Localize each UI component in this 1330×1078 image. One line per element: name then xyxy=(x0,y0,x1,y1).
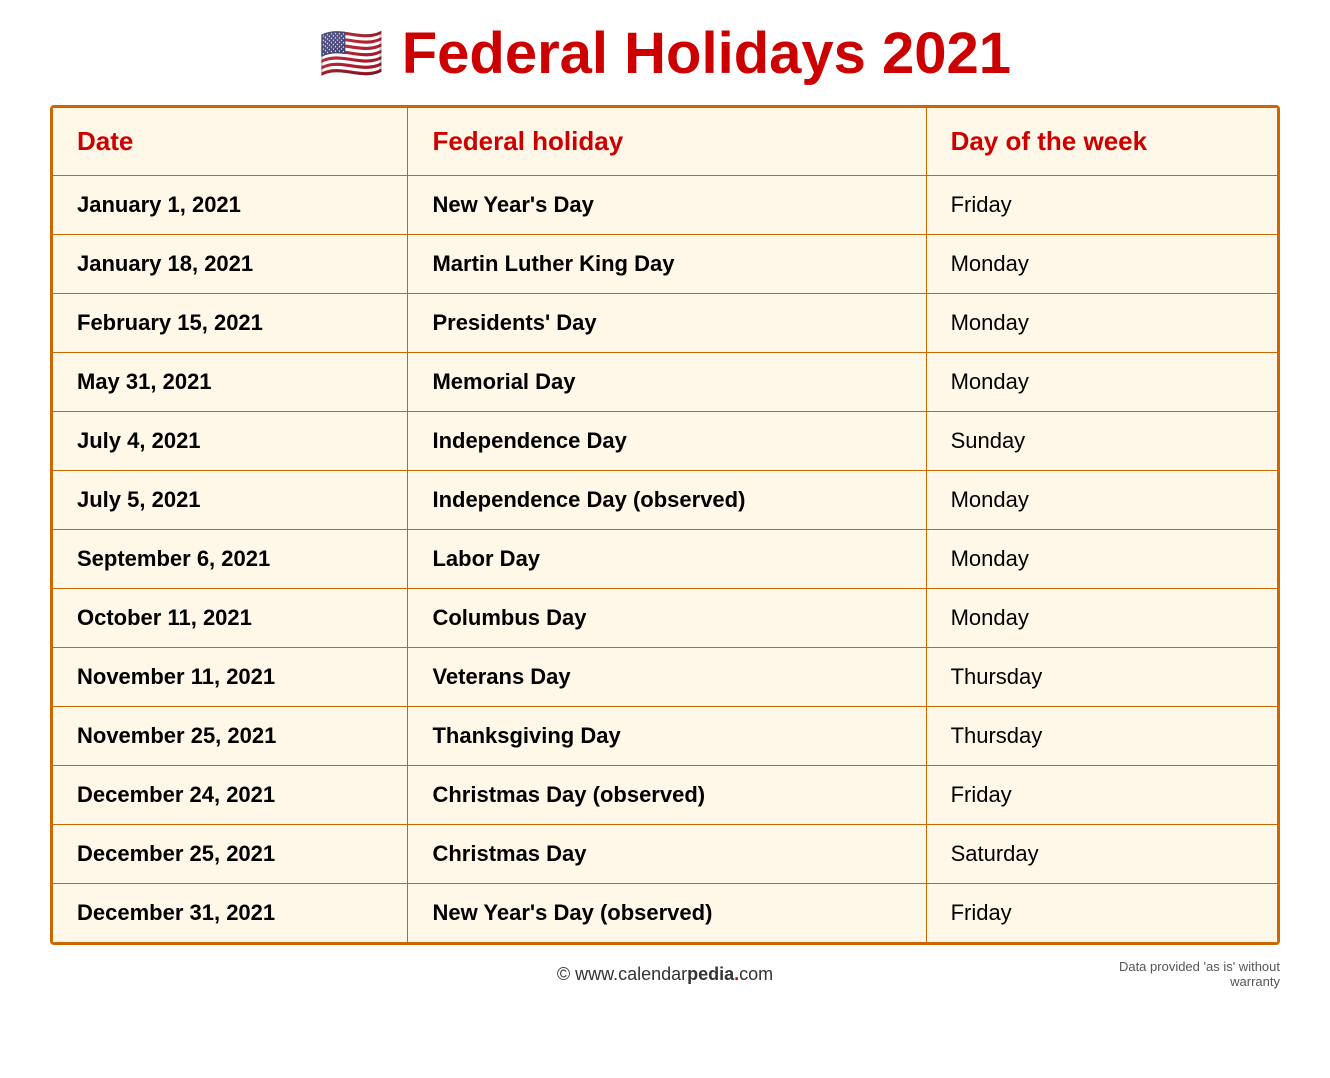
cell-holiday: Christmas Day (observed) xyxy=(408,766,926,825)
cell-holiday: Columbus Day xyxy=(408,589,926,648)
cell-day: Friday xyxy=(926,766,1277,825)
cell-holiday: Labor Day xyxy=(408,530,926,589)
col-day: Day of the week xyxy=(926,108,1277,176)
table-row: February 15, 2021Presidents' DayMonday xyxy=(53,294,1278,353)
table-row: July 5, 2021Independence Day (observed)M… xyxy=(53,471,1278,530)
cell-date: September 6, 2021 xyxy=(53,530,408,589)
footer-warranty: Data provided 'as is' without warranty xyxy=(1080,959,1280,989)
cell-day: Friday xyxy=(926,884,1277,943)
page-header: 🇺🇸 Federal Holidays 2021 xyxy=(319,20,1011,87)
cell-day: Monday xyxy=(926,471,1277,530)
cell-holiday: Independence Day xyxy=(408,412,926,471)
cell-day: Monday xyxy=(926,353,1277,412)
table-row: November 11, 2021Veterans DayThursday xyxy=(53,648,1278,707)
page-footer: © www.calendarpedia.com Data provided 'a… xyxy=(50,959,1280,989)
table-row: December 31, 2021New Year's Day (observe… xyxy=(53,884,1278,943)
cell-holiday: Presidents' Day xyxy=(408,294,926,353)
cell-date: December 25, 2021 xyxy=(53,825,408,884)
cell-holiday: Christmas Day xyxy=(408,825,926,884)
cell-date: January 1, 2021 xyxy=(53,176,408,235)
cell-holiday: Martin Luther King Day xyxy=(408,235,926,294)
cell-holiday: Veterans Day xyxy=(408,648,926,707)
table-row: July 4, 2021Independence DaySunday xyxy=(53,412,1278,471)
cell-holiday: Thanksgiving Day xyxy=(408,707,926,766)
footer-copyright: © www.calendarpedia.com xyxy=(557,964,773,985)
cell-date: July 4, 2021 xyxy=(53,412,408,471)
footer-com: com xyxy=(739,964,773,984)
cell-holiday: New Year's Day (observed) xyxy=(408,884,926,943)
table-row: November 25, 2021Thanksgiving DayThursda… xyxy=(53,707,1278,766)
holidays-table-container: Date Federal holiday Day of the week Jan… xyxy=(50,105,1280,945)
cell-date: November 11, 2021 xyxy=(53,648,408,707)
table-row: December 25, 2021Christmas DaySaturday xyxy=(53,825,1278,884)
footer-pedia-bold: pedia xyxy=(687,964,734,984)
cell-date: November 25, 2021 xyxy=(53,707,408,766)
cell-date: October 11, 2021 xyxy=(53,589,408,648)
cell-day: Sunday xyxy=(926,412,1277,471)
flag-icon: 🇺🇸 xyxy=(319,28,384,80)
table-row: May 31, 2021Memorial DayMonday xyxy=(53,353,1278,412)
col-date: Date xyxy=(53,108,408,176)
table-row: January 1, 2021New Year's DayFriday xyxy=(53,176,1278,235)
table-header-row: Date Federal holiday Day of the week xyxy=(53,108,1278,176)
table-row: January 18, 2021Martin Luther King DayMo… xyxy=(53,235,1278,294)
cell-day: Monday xyxy=(926,530,1277,589)
page-title: Federal Holidays 2021 xyxy=(402,20,1011,87)
cell-day: Thursday xyxy=(926,707,1277,766)
cell-day: Monday xyxy=(926,589,1277,648)
cell-date: February 15, 2021 xyxy=(53,294,408,353)
table-row: October 11, 2021Columbus DayMonday xyxy=(53,589,1278,648)
cell-date: January 18, 2021 xyxy=(53,235,408,294)
cell-day: Friday xyxy=(926,176,1277,235)
holidays-table: Date Federal holiday Day of the week Jan… xyxy=(52,107,1278,943)
table-row: December 24, 2021Christmas Day (observed… xyxy=(53,766,1278,825)
cell-holiday: Memorial Day xyxy=(408,353,926,412)
cell-holiday: New Year's Day xyxy=(408,176,926,235)
cell-date: May 31, 2021 xyxy=(53,353,408,412)
table-row: September 6, 2021Labor DayMonday xyxy=(53,530,1278,589)
cell-day: Thursday xyxy=(926,648,1277,707)
cell-date: July 5, 2021 xyxy=(53,471,408,530)
cell-day: Monday xyxy=(926,235,1277,294)
cell-date: December 24, 2021 xyxy=(53,766,408,825)
cell-day: Saturday xyxy=(926,825,1277,884)
cell-holiday: Independence Day (observed) xyxy=(408,471,926,530)
cell-day: Monday xyxy=(926,294,1277,353)
cell-date: December 31, 2021 xyxy=(53,884,408,943)
col-holiday: Federal holiday xyxy=(408,108,926,176)
